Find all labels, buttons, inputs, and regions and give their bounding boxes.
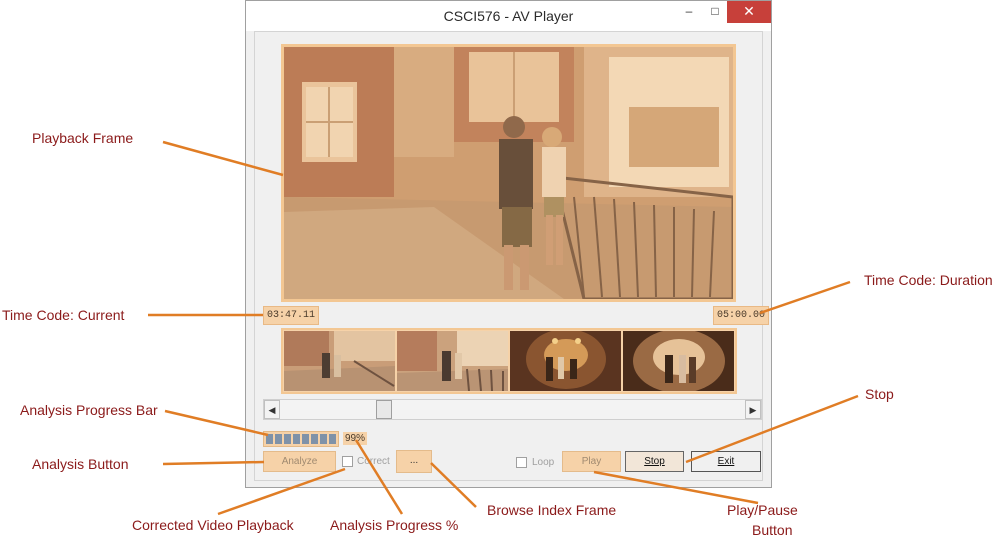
browse-index-button[interactable]: ...	[396, 450, 432, 473]
thumbnail-image	[510, 331, 621, 391]
thumbnail-image	[397, 331, 508, 391]
index-thumbnail-strip[interactable]	[281, 328, 737, 394]
scroll-right-icon[interactable]: ▶	[745, 400, 761, 419]
video-frame-image	[284, 47, 733, 299]
analysis-progress-fill	[266, 434, 336, 444]
analyze-button[interactable]: Analyze	[263, 451, 336, 472]
minimize-icon[interactable]: –	[676, 1, 702, 23]
correct-label: Correct	[357, 456, 390, 467]
label-play-pause: Play/Pause	[727, 502, 798, 518]
thumbnail-image	[284, 331, 395, 391]
index-thumbnail[interactable]	[510, 331, 621, 391]
thumbnail-image	[623, 331, 734, 391]
label-browse-index: Browse Index Frame	[487, 502, 617, 518]
index-thumbnail[interactable]	[284, 331, 395, 391]
play-button[interactable]: Play	[562, 451, 621, 472]
loop-checkbox[interactable]	[516, 457, 527, 468]
label-time-current: Time Code: Current	[2, 307, 125, 323]
close-icon[interactable]: ✕	[727, 1, 771, 23]
current-timecode: 03:47.11	[263, 306, 320, 325]
label-stop: Stop	[865, 386, 894, 402]
correct-checkbox[interactable]	[342, 456, 353, 467]
label-corrected-playback: Corrected Video Playback	[132, 517, 294, 533]
title-bar[interactable]: CSCI576 - AV Player – □ ✕	[246, 1, 771, 31]
timeline-scrollbar[interactable]: ◀ ▶	[263, 399, 762, 420]
stop-button[interactable]: Stop	[625, 451, 684, 472]
timeline-scroll-thumb[interactable]	[376, 400, 392, 419]
label-progress-pct: Analysis Progress %	[330, 517, 459, 533]
maximize-icon[interactable]: □	[702, 1, 728, 23]
exit-button[interactable]: Exit	[691, 451, 761, 472]
label-analysis-button: Analysis Button	[32, 456, 129, 472]
index-thumbnail[interactable]	[397, 331, 508, 391]
analysis-progress-bar	[263, 431, 339, 447]
label-progress-bar: Analysis Progress Bar	[20, 402, 158, 418]
label-playback-frame: Playback Frame	[32, 130, 134, 146]
duration-timecode: 05:00.00	[713, 306, 770, 325]
scroll-left-icon[interactable]: ◀	[264, 400, 280, 419]
analysis-progress-percent: 99%	[343, 432, 368, 445]
playback-frame[interactable]	[281, 44, 736, 302]
loop-label: Loop	[532, 457, 555, 468]
label-time-duration: Time Code: Duration	[864, 272, 993, 288]
index-thumbnail[interactable]	[623, 331, 734, 391]
label-play-pause-button: Button	[752, 522, 793, 538]
